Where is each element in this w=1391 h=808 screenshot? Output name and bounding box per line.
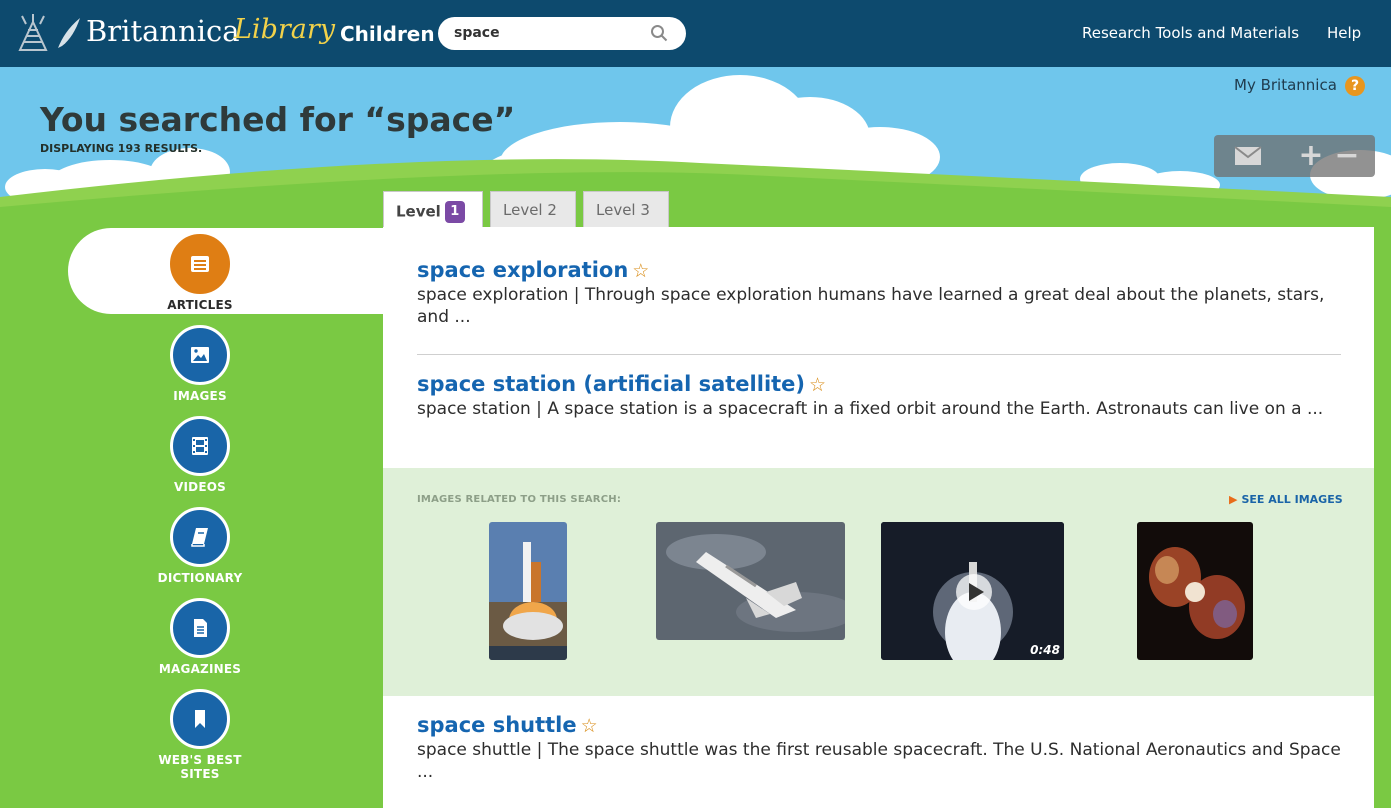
triangle-right-icon: ▶ <box>1229 493 1238 506</box>
nav-circle <box>170 598 230 658</box>
search-icon[interactable] <box>650 24 668 42</box>
tab-level-3[interactable]: Level 3 <box>583 191 669 227</box>
film-icon <box>192 437 208 455</box>
envelope-icon[interactable] <box>1234 146 1262 166</box>
nav-label: IMAGES <box>173 389 227 403</box>
star-icon[interactable]: ☆ <box>581 715 598 737</box>
related-images-title: IMAGES RELATED TO THIS SEARCH: <box>417 494 622 505</box>
page-title: You searched for “space” <box>40 100 516 139</box>
help-link[interactable]: Help <box>1327 24 1361 42</box>
play-icon[interactable] <box>954 572 994 612</box>
question-icon[interactable]: ? <box>1345 76 1365 96</box>
my-britannica-link[interactable]: My Britannica <box>1234 76 1337 94</box>
result-snippet: space station | A space station is a spa… <box>417 399 1324 419</box>
minus-icon[interactable]: − <box>1334 141 1360 171</box>
thistle-logo-icon <box>18 14 48 51</box>
star-icon[interactable]: ☆ <box>809 374 826 396</box>
search-box[interactable]: space <box>438 17 686 50</box>
nav-circle <box>170 234 230 294</box>
logo-library[interactable]: Library <box>234 14 335 45</box>
clouds-illustration <box>0 75 1391 217</box>
search-input[interactable]: space <box>454 25 500 41</box>
tab-label: Level <box>396 202 441 221</box>
result-item: space station (artificial satellite) ☆ sp… <box>417 372 1347 420</box>
nav-webs-best-sites[interactable]: WEB'S BEST SITES <box>140 689 260 781</box>
top-bar: Britannica Library Children space Resear… <box>0 0 1391 67</box>
nav-dictionary[interactable]: DICTIONARY <box>140 507 260 585</box>
document-icon <box>194 619 207 637</box>
result-item: space exploration ☆ space exploration | T… <box>417 258 1347 328</box>
nav-circle <box>170 416 230 476</box>
star-icon[interactable]: ☆ <box>632 260 649 282</box>
related-images-section: IMAGES RELATED TO THIS SEARCH: ▶ SEE ALL … <box>383 468 1374 696</box>
nav-circle <box>170 507 230 567</box>
shuttle-orbit-image[interactable] <box>656 522 845 640</box>
shuttle-launch-image[interactable] <box>489 522 567 660</box>
see-all-images-link[interactable]: ▶ SEE ALL IMAGES <box>1229 493 1343 506</box>
book-icon <box>191 528 208 547</box>
nav-label: ARTICLES <box>167 298 233 312</box>
nav-circle <box>170 325 230 385</box>
nav-label: MAGAZINES <box>158 662 242 676</box>
video-thumbnail[interactable]: 0:48 <box>881 522 1064 660</box>
result-snippet: space exploration | Through space explor… <box>417 285 1325 327</box>
research-tools-link[interactable]: Research Tools and Materials <box>1082 24 1299 42</box>
share-tools: + − <box>1214 135 1375 177</box>
nebula-image[interactable] <box>1137 522 1253 660</box>
nav-circle <box>170 689 230 749</box>
nav-images[interactable]: IMAGES <box>140 325 260 403</box>
logo-britannica[interactable]: Britannica <box>86 14 240 48</box>
result-item: space shuttle ☆ space shuttle | The space… <box>417 713 1347 783</box>
nav-label: VIDEOS <box>174 480 226 494</box>
tab-level-1[interactable]: Level 1 <box>383 191 483 227</box>
results-panel: space exploration ☆ space exploration | T… <box>383 227 1374 808</box>
leaf-logo-icon <box>58 18 80 48</box>
result-title-link[interactable]: space shuttle <box>417 713 577 737</box>
tab-level-2[interactable]: Level 2 <box>490 191 576 227</box>
divider <box>417 354 1341 355</box>
nav-articles[interactable]: ARTICLES <box>140 234 260 312</box>
bookmark-icon <box>195 710 205 728</box>
list-icon <box>191 256 209 272</box>
see-all-label: SEE ALL IMAGES <box>1241 493 1343 506</box>
nav-videos[interactable]: VIDEOS <box>140 416 260 494</box>
tab-label: Level 2 <box>503 201 557 219</box>
nav-label: DICTIONARY <box>157 571 243 585</box>
result-snippet: space shuttle | The space shuttle was th… <box>417 740 1341 782</box>
result-title-link[interactable]: space exploration <box>417 258 628 282</box>
plus-icon[interactable]: + <box>1298 141 1324 171</box>
results-count: DISPLAYING 193 RESULTS. <box>40 142 203 155</box>
logo-children[interactable]: Children <box>340 22 435 46</box>
level-badge: 1 <box>444 201 465 223</box>
result-title-link[interactable]: space station (artificial satellite) <box>417 372 805 396</box>
banner <box>0 67 1391 217</box>
nav-magazines[interactable]: MAGAZINES <box>140 598 260 676</box>
nav-label: WEB'S BEST SITES <box>158 753 242 781</box>
image-icon <box>191 347 209 363</box>
tab-label: Level 3 <box>596 201 650 219</box>
video-duration: 0:48 <box>1030 643 1060 657</box>
